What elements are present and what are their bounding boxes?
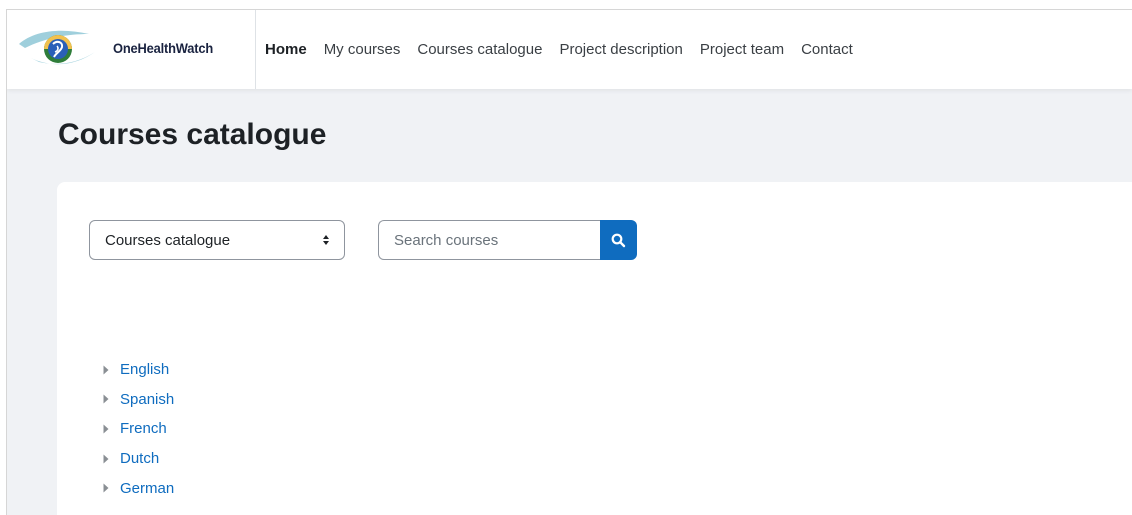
category-link[interactable]: Spanish — [120, 391, 174, 408]
select-sort-arrows-icon — [323, 235, 329, 245]
course-search — [378, 220, 638, 260]
search-icon — [611, 233, 626, 247]
primary-navigation: Home My courses Courses catalogue Projec… — [265, 10, 870, 89]
nav-contact[interactable]: Contact — [801, 41, 853, 58]
search-button[interactable] — [600, 220, 637, 260]
category-select[interactable]: Courses catalogue — [89, 220, 345, 260]
nav-my-courses[interactable]: My courses — [324, 41, 401, 58]
app-window: OneHealthWatch Home My courses Courses c… — [6, 9, 1132, 515]
category-item-dutch[interactable]: Dutch — [103, 444, 174, 474]
category-item-german[interactable]: German — [103, 473, 174, 503]
caret-right-icon[interactable] — [103, 424, 113, 434]
category-link[interactable]: French — [120, 420, 167, 437]
nav-project-team[interactable]: Project team — [700, 41, 784, 58]
category-link[interactable]: German — [120, 480, 174, 497]
onehealthwatch-logo-icon — [19, 30, 95, 65]
nav-home[interactable]: Home — [265, 41, 307, 58]
category-link[interactable]: Dutch — [120, 450, 159, 467]
top-navbar: OneHealthWatch Home My courses Courses c… — [7, 10, 1132, 89]
caret-right-icon[interactable] — [103, 365, 113, 375]
page-title: Courses catalogue — [58, 118, 327, 151]
brand-name: OneHealthWatch — [113, 40, 214, 56]
category-select-value: Courses catalogue — [105, 231, 231, 249]
category-tree: English Spanish French Dutch German — [103, 355, 174, 503]
category-item-french[interactable]: French — [103, 414, 174, 444]
caret-right-icon[interactable] — [103, 394, 113, 404]
course-catalogue-card: Courses catalogue English — [57, 182, 1132, 515]
search-courses-input[interactable] — [378, 220, 602, 260]
nav-courses-catalogue[interactable]: Courses catalogue — [417, 41, 542, 58]
brand[interactable]: OneHealthWatch — [7, 10, 256, 89]
caret-right-icon[interactable] — [103, 454, 113, 464]
category-item-english[interactable]: English — [103, 355, 174, 385]
category-link[interactable]: English — [120, 361, 169, 378]
caret-right-icon[interactable] — [103, 483, 113, 493]
nav-project-description[interactable]: Project description — [559, 41, 682, 58]
category-item-spanish[interactable]: Spanish — [103, 385, 174, 415]
